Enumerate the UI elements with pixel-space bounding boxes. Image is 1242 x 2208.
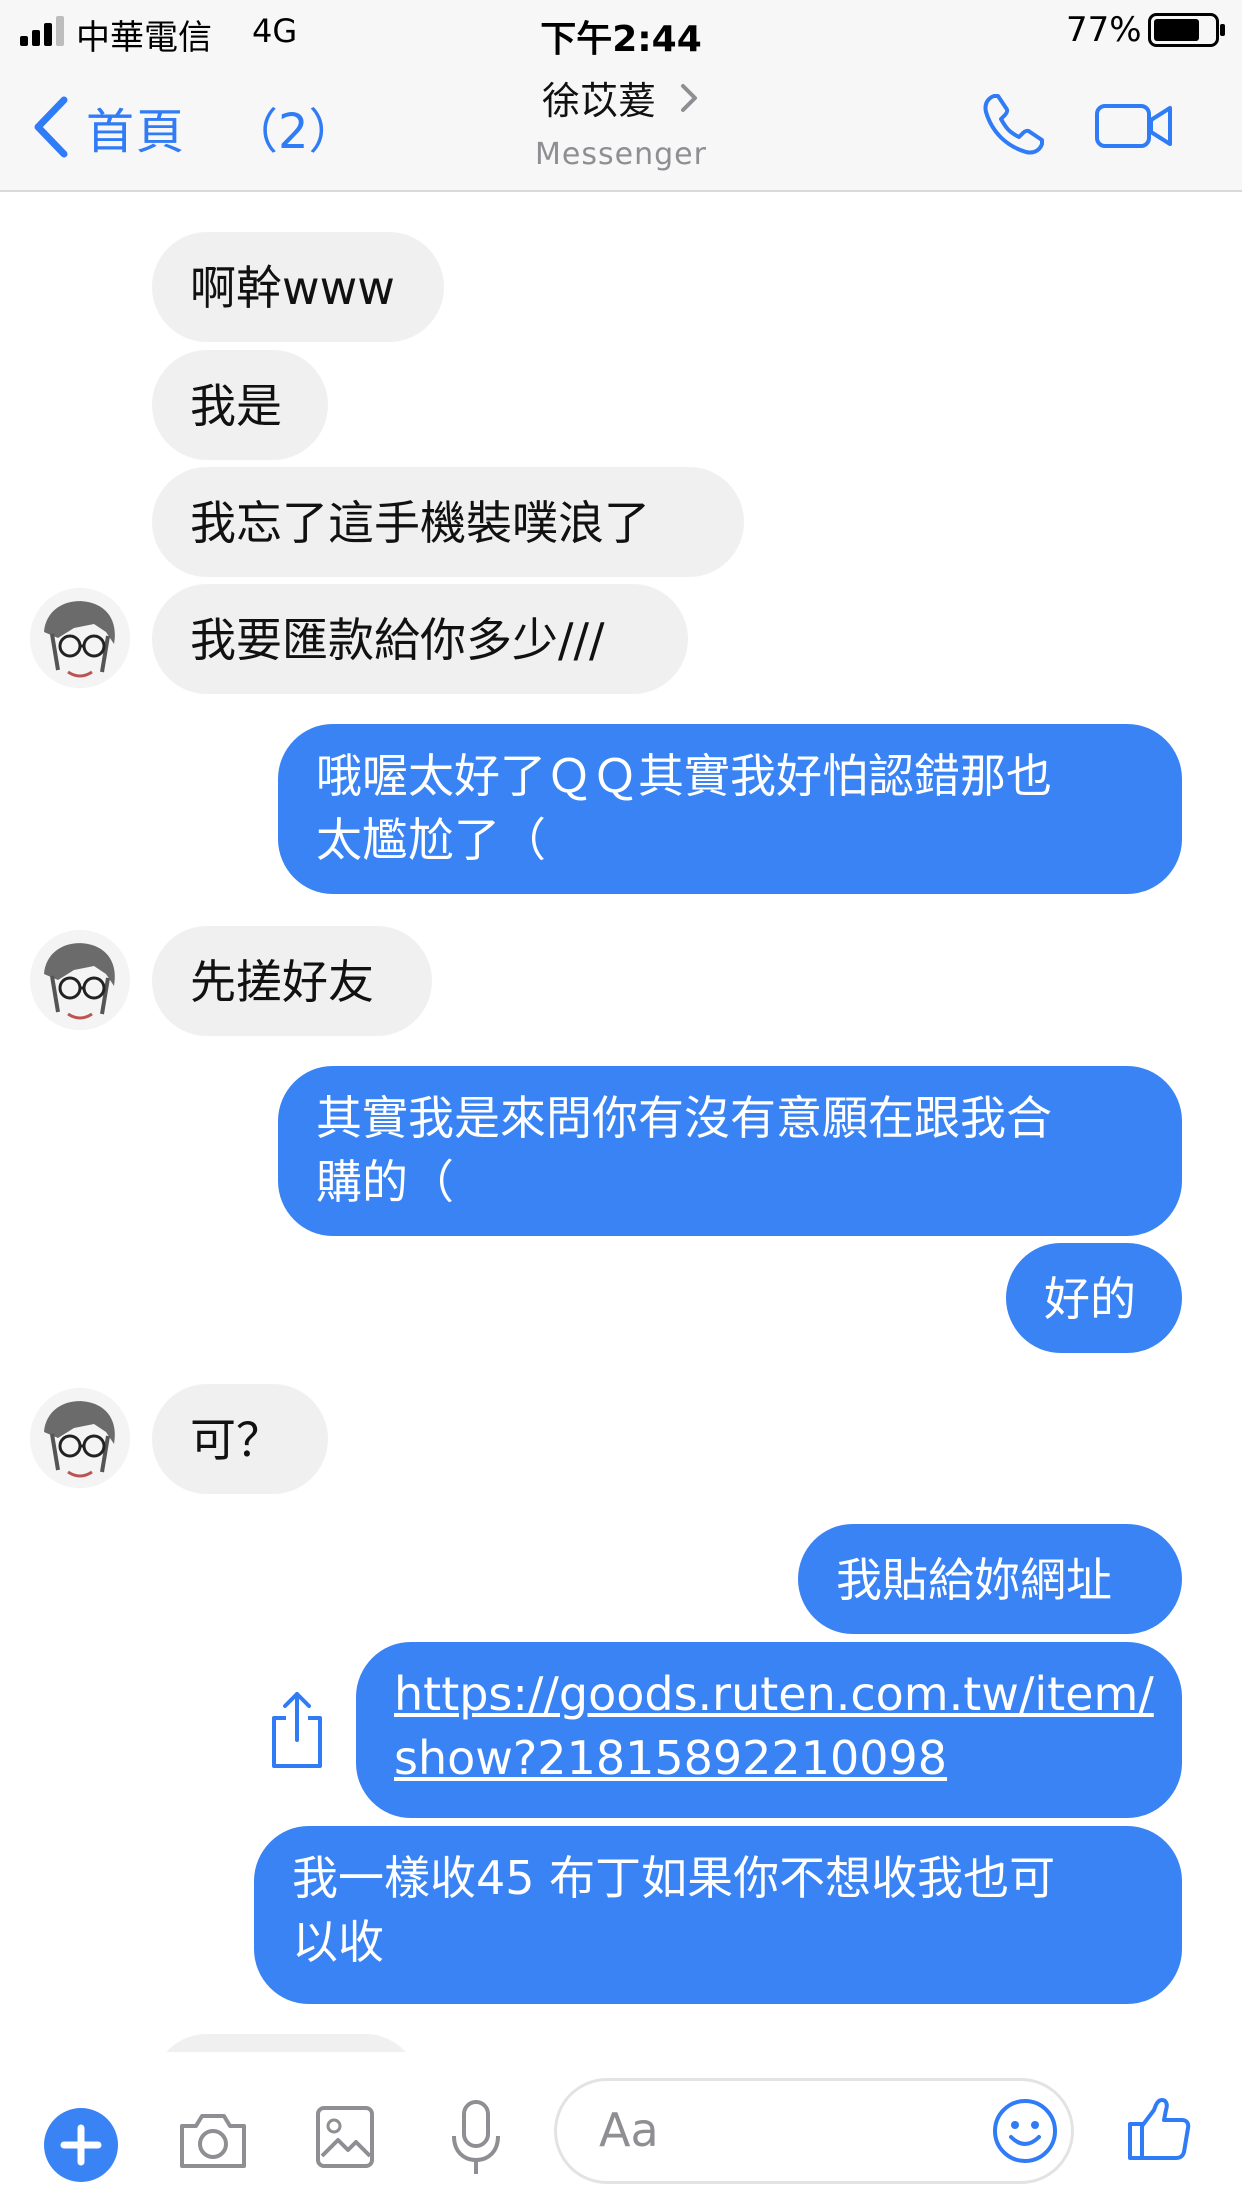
incoming-message[interactable]: 我要匯款給你多少/// bbox=[152, 584, 688, 694]
conversation-title[interactable]: 徐苡萲 Messenger bbox=[0, 70, 1242, 172]
thumbs-up-icon[interactable] bbox=[1126, 2096, 1192, 2162]
incoming-message[interactable]: 我忘了這手機裝噗浪了 bbox=[152, 467, 744, 577]
chevron-right-icon bbox=[681, 83, 697, 112]
message-line: 購的（ bbox=[316, 1155, 454, 1209]
message-text: 好的 bbox=[1044, 1272, 1136, 1326]
battery-icon bbox=[1148, 13, 1225, 47]
incoming-message[interactable]: 可？ bbox=[152, 1384, 328, 1494]
message-text: 我忘了這手機裝噗浪了 bbox=[190, 496, 650, 550]
incoming-message[interactable]: 先搓好友 bbox=[152, 926, 432, 1036]
message-text: 先搓好友 bbox=[190, 955, 374, 1009]
message-text: 我貼給妳網址 bbox=[836, 1553, 1112, 1607]
plus-icon bbox=[60, 2124, 102, 2166]
composer-bar: Aa bbox=[0, 2052, 1242, 2208]
outgoing-message[interactable]: 哦喔太好了ＱＱ其實我好怕認錯那也 太尷尬了（ bbox=[278, 724, 1182, 894]
message-line: 哦喔太好了ＱＱ其實我好怕認錯那也 bbox=[316, 749, 1052, 803]
contact-avatar[interactable] bbox=[30, 1388, 130, 1488]
message-link[interactable]: https://goods.ruten.com.tw/item/ bbox=[394, 1662, 1154, 1726]
image-icon[interactable] bbox=[314, 2104, 376, 2170]
message-line: 太尷尬了（ bbox=[316, 813, 546, 867]
outgoing-message[interactable]: 其實我是來問你有沒有意願在跟我合 購的（ bbox=[278, 1066, 1182, 1236]
status-bar: 中華電信 4G 下午2:44 77% bbox=[0, 0, 1242, 62]
avatar-illustration bbox=[30, 930, 130, 1030]
battery-percent: 77% bbox=[1066, 10, 1142, 50]
message-line: 以收 bbox=[292, 1915, 384, 1969]
message-link[interactable]: show?21815892210098 bbox=[394, 1726, 1144, 1790]
avatar-illustration bbox=[30, 588, 130, 688]
camera-icon[interactable] bbox=[176, 2108, 250, 2172]
contact-name: 徐苡萲 bbox=[541, 79, 656, 123]
incoming-message[interactable]: 啊幹www bbox=[152, 232, 444, 342]
share-icon[interactable] bbox=[268, 1688, 326, 1770]
message-input[interactable]: Aa bbox=[554, 2078, 1074, 2184]
message-text: 我是 bbox=[190, 379, 282, 433]
link-message[interactable]: https://goods.ruten.com.tw/item/ show?21… bbox=[356, 1642, 1182, 1818]
message-text: 可？ bbox=[190, 1413, 282, 1467]
emoji-icon[interactable] bbox=[991, 2097, 1059, 2165]
avatar-illustration bbox=[30, 1388, 130, 1488]
contact-avatar[interactable] bbox=[30, 588, 130, 688]
contact-name-row[interactable]: 徐苡萲 bbox=[542, 70, 700, 125]
conversation-header: 首頁 （2） 徐苡萲 Messenger bbox=[0, 62, 1242, 192]
message-text: 我要匯款給你多少/// bbox=[190, 613, 605, 667]
conversation-subtitle: Messenger bbox=[535, 137, 707, 172]
outgoing-message[interactable]: 我貼給妳網址 bbox=[798, 1524, 1182, 1634]
message-text: 啊幹www bbox=[190, 261, 395, 315]
status-time: 下午2:44 bbox=[540, 19, 702, 60]
outgoing-message[interactable]: 我一樣收45 布丁如果你不想收我也可 以收 bbox=[254, 1826, 1182, 2004]
video-camera-icon[interactable] bbox=[1094, 98, 1174, 154]
plus-button[interactable] bbox=[44, 2108, 118, 2182]
incoming-message[interactable]: 我是 bbox=[152, 350, 328, 460]
message-line: 其實我是來問你有沒有意願在跟我合 bbox=[316, 1091, 1052, 1145]
microphone-icon[interactable] bbox=[448, 2098, 504, 2178]
input-placeholder: Aa bbox=[599, 2103, 659, 2157]
outgoing-message[interactable]: 好的 bbox=[1006, 1243, 1182, 1353]
contact-avatar[interactable] bbox=[30, 930, 130, 1030]
phone-icon[interactable] bbox=[978, 90, 1048, 160]
message-line: 我一樣收45 布丁如果你不想收我也可 bbox=[292, 1851, 1056, 1905]
